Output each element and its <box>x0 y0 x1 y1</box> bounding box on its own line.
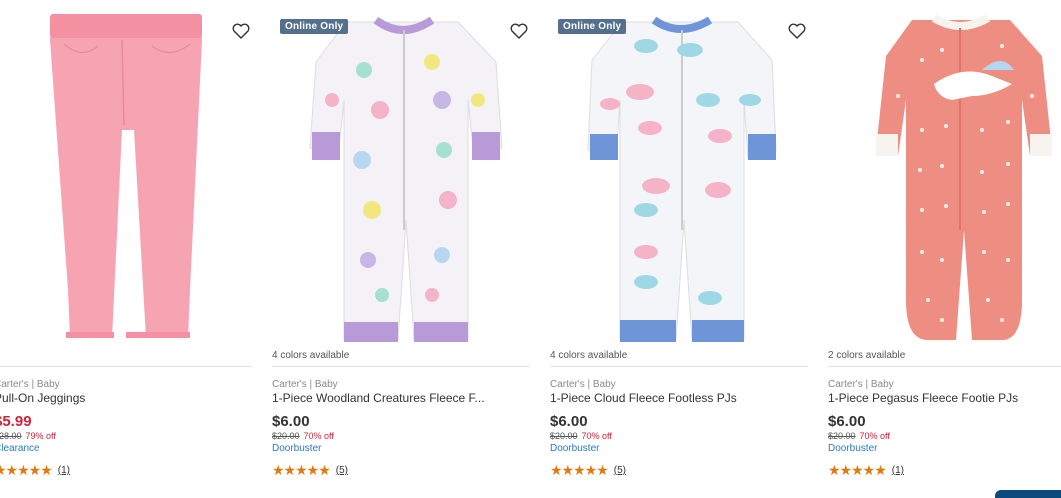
discount-label: 79% off <box>25 431 56 441</box>
product-title-link[interactable]: Pull-On Jeggings <box>0 391 85 405</box>
product-image[interactable] <box>550 0 818 345</box>
original-price: $20.00 <box>828 431 856 441</box>
product-price: $6.00 <box>272 413 310 430</box>
promo-tag: Doorbuster <box>828 443 878 454</box>
review-count-link[interactable]: (1) <box>892 465 904 476</box>
product-brand: Carter's | Baby <box>272 379 338 390</box>
star-rating-icon: ★★★★★ <box>272 462 331 478</box>
promo-tag: Doorbuster <box>550 443 600 454</box>
product-card[interactable]: 2 colors available Carter's | Baby 1-Pie… <box>828 0 1061 498</box>
woodland-pajama-image <box>309 16 503 342</box>
promo-tag: Clearance <box>0 443 40 454</box>
product-title-link[interactable]: 1-Piece Cloud Fleece Footless PJs <box>550 391 737 405</box>
discount-label: 70% off <box>859 431 890 441</box>
rating[interactable]: ★★★★★ (1) <box>828 462 904 479</box>
discount-label: 70% off <box>303 431 334 441</box>
product-title-link[interactable]: 1-Piece Woodland Creatures Fleece F... <box>272 391 485 405</box>
original-price: $28.00 <box>0 431 22 441</box>
divider <box>272 366 530 367</box>
colors-available[interactable]: 4 colors available <box>272 350 349 361</box>
product-price: $5.99 <box>0 413 32 430</box>
rating[interactable]: ★★★★★ (1) <box>0 462 70 479</box>
rating[interactable]: ★★★★★ (5) <box>272 462 348 479</box>
colors-available[interactable]: 2 colors available <box>828 350 905 361</box>
wishlist-heart-icon[interactable] <box>788 23 806 39</box>
original-price-row: $20.00 70% off <box>550 431 612 441</box>
original-price-row: $20.00 70% off <box>828 431 890 441</box>
original-price-row: $20.00 70% off <box>272 431 334 441</box>
product-brand: Carter's | Baby <box>828 379 894 390</box>
product-image[interactable] <box>272 0 540 345</box>
review-count-link[interactable]: (5) <box>336 465 348 476</box>
star-rating-icon: ★★★★★ <box>0 462 53 478</box>
divider <box>550 366 808 367</box>
product-brand: Carter's | Baby <box>550 379 616 390</box>
wishlist-heart-icon[interactable] <box>232 23 250 39</box>
online-only-badge: Online Only <box>280 19 349 34</box>
star-rating-icon: ★★★★★ <box>828 462 887 478</box>
product-image[interactable] <box>828 0 1061 345</box>
product-title-link[interactable]: 1-Piece Pegasus Fleece Footie PJs <box>828 391 1018 405</box>
star-rating-icon: ★★★★★ <box>550 462 609 478</box>
wishlist-heart-icon[interactable] <box>510 23 528 39</box>
divider <box>828 366 1061 367</box>
cloud-pajama-image <box>587 16 777 342</box>
product-card[interactable]: Online Only 4 colors available Carter's … <box>550 0 818 498</box>
product-price: $6.00 <box>828 413 866 430</box>
original-price: $20.00 <box>550 431 578 441</box>
review-count-link[interactable]: (1) <box>58 465 70 476</box>
product-card[interactable]: Online Only 4 colors available Carter's … <box>272 0 540 498</box>
rating[interactable]: ★★★★★ (5) <box>550 462 626 479</box>
colors-available[interactable]: 4 colors available <box>550 350 627 361</box>
divider <box>0 366 252 367</box>
pegasus-pajama-image <box>876 14 1052 340</box>
original-price-row: $28.0079% off <box>0 431 56 441</box>
jeggings-image <box>50 14 202 338</box>
promo-tag: Doorbuster <box>272 443 322 454</box>
online-only-badge: Online Only <box>558 19 627 34</box>
product-image[interactable] <box>0 0 262 345</box>
product-card[interactable]: Carter's | Baby Pull-On Jeggings $5.99 $… <box>0 0 262 498</box>
review-count-link[interactable]: (5) <box>614 465 626 476</box>
original-price: $20.00 <box>272 431 300 441</box>
discount-label: 70% off <box>581 431 612 441</box>
product-price: $6.00 <box>550 413 588 430</box>
floating-chat-tab[interactable] <box>995 490 1061 498</box>
product-brand: Carter's | Baby <box>0 379 60 390</box>
